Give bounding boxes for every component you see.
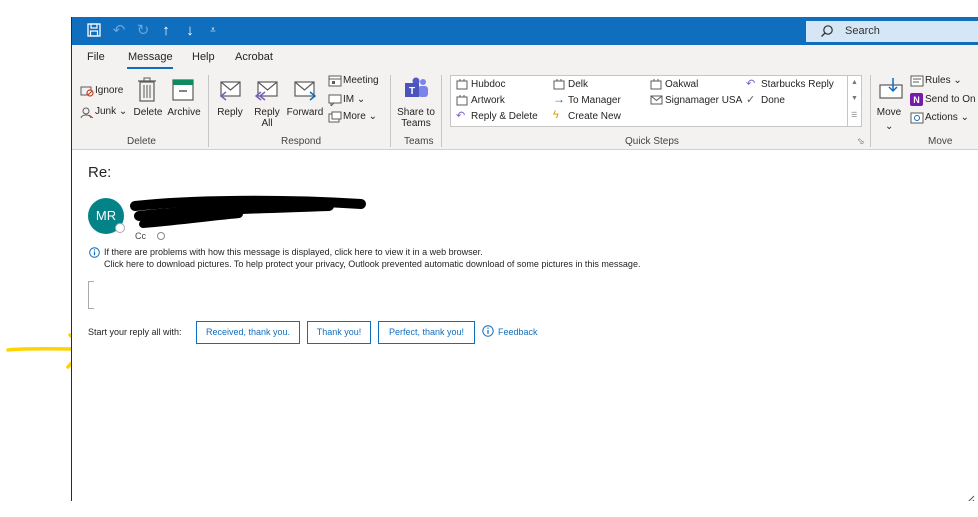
cc-label: Cc <box>135 231 146 241</box>
download-pictures-notice[interactable]: Click here to download pictures. To help… <box>104 259 640 269</box>
cc-recipient-status-icon <box>157 232 165 240</box>
redaction-scribble <box>130 195 366 228</box>
view-in-browser-notice[interactable]: If there are problems with how this mess… <box>104 247 483 257</box>
suggested-reply-perfect[interactable]: Perfect, thank you! <box>378 321 475 344</box>
image-placeholder <box>88 281 94 309</box>
message-subject: Re: <box>88 164 112 181</box>
suggested-reply-received[interactable]: Received, thank you. <box>196 321 300 344</box>
suggested-reply-thank-you[interactable]: Thank you! <box>307 321 371 344</box>
outlook-message-window: ↶ ↻ ↑ ↓ ⩡ Search File Message Help Acrob… <box>71 17 978 501</box>
presence-status-icon <box>115 223 125 233</box>
message-pane: Re: MR Cc If there are problems with how… <box>72 17 978 501</box>
resize-grip-icon[interactable] <box>963 493 975 501</box>
suggested-replies-label: Start your reply all with: <box>88 327 182 337</box>
info-icon <box>89 247 100 258</box>
feedback-info-icon <box>482 325 494 337</box>
feedback-link[interactable]: Feedback <box>498 327 538 337</box>
